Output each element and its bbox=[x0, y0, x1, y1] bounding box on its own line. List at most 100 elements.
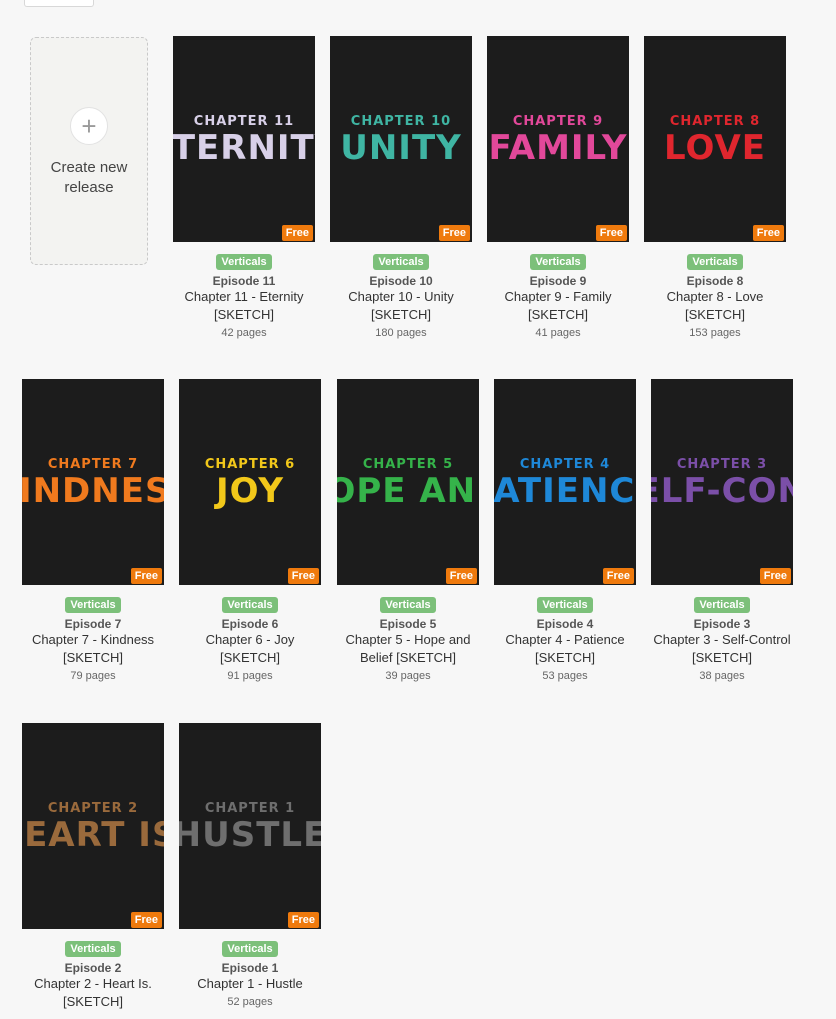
episode-cover: CHAPTER 11 ETERNITY Free bbox=[173, 36, 315, 242]
episode-card[interactable]: CHAPTER 4 PATIENCE Free Verticals Episod… bbox=[494, 379, 636, 685]
cover-title-text: HEART IS. bbox=[22, 815, 164, 855]
cover-chapter-text: CHAPTER 1 bbox=[204, 801, 296, 816]
free-badge: Free bbox=[130, 568, 162, 584]
episode-card[interactable]: CHAPTER 9 FAMILY Free Verticals Episode … bbox=[487, 36, 629, 342]
cover-title-text: UNITY bbox=[340, 128, 462, 168]
cover-title-text: ETERNITY bbox=[173, 128, 315, 168]
episode-title: Chapter 2 - Heart Is. [SKETCH] bbox=[34, 976, 152, 1009]
episode-number: Episode 8 bbox=[686, 274, 744, 288]
free-badge: Free bbox=[445, 568, 477, 584]
cover-title-text: FAMILY bbox=[488, 128, 628, 168]
episode-cover: CHAPTER 1 HUSTLE Free bbox=[179, 723, 321, 929]
episode-title: Chapter 10 - Unity [SKETCH] bbox=[348, 289, 454, 322]
episode-card[interactable]: CHAPTER 8 LOVE Free Verticals Episode 8 … bbox=[644, 36, 786, 342]
type-badge: Verticals bbox=[216, 254, 272, 270]
create-release-button[interactable]: + Create new release bbox=[30, 37, 148, 265]
episode-title: Chapter 1 - Hustle bbox=[197, 976, 303, 991]
episode-card[interactable]: CHAPTER 10 UNITY Free Verticals Episode … bbox=[330, 36, 472, 342]
page-count: 153 pages bbox=[689, 327, 741, 339]
episode-cover: CHAPTER 5 HOPE AND BELIEF Free bbox=[337, 379, 479, 585]
episode-card[interactable]: CHAPTER 11 ETERNITY Free Verticals Episo… bbox=[173, 36, 315, 342]
episode-card[interactable]: CHAPTER 6 JOY Free Verticals Episode 6 C… bbox=[179, 379, 321, 685]
episode-number: Episode 9 bbox=[529, 274, 587, 288]
episode-number: Episode 6 bbox=[221, 617, 279, 631]
episode-number: Episode 5 bbox=[379, 617, 437, 631]
page-count: 53 pages bbox=[542, 670, 588, 682]
type-badge: Verticals bbox=[65, 597, 121, 613]
type-badge: Verticals bbox=[373, 254, 429, 270]
episode-title: Chapter 11 - Eternity [SKETCH] bbox=[184, 289, 304, 322]
page-count: 42 pages bbox=[221, 327, 267, 339]
cover-chapter-text: CHAPTER 7 bbox=[47, 457, 139, 472]
episode-number: Episode 10 bbox=[369, 274, 433, 288]
type-badge: Verticals bbox=[530, 254, 586, 270]
cover-chapter-text: CHAPTER 10 bbox=[350, 114, 452, 129]
episode-title: Chapter 3 - Self-Control [SKETCH] bbox=[653, 632, 791, 665]
episode-card[interactable]: CHAPTER 1 HUSTLE Free Verticals Episode … bbox=[179, 723, 321, 1011]
type-badge: Verticals bbox=[537, 597, 593, 613]
type-badge: Verticals bbox=[222, 597, 278, 613]
free-badge: Free bbox=[287, 568, 319, 584]
episode-card[interactable]: CHAPTER 7 KINDNESS Free Verticals Episod… bbox=[22, 379, 164, 685]
cover-chapter-text: CHAPTER 8 bbox=[669, 114, 761, 129]
create-release-label: Create new release bbox=[50, 159, 128, 196]
episode-cover: CHAPTER 9 FAMILY Free bbox=[487, 36, 629, 242]
page-count: 38 pages bbox=[699, 670, 745, 682]
episode-cover: CHAPTER 8 LOVE Free bbox=[644, 36, 786, 242]
cover-chapter-text: CHAPTER 9 bbox=[512, 114, 604, 129]
episode-card[interactable]: CHAPTER 3 SELF-CONTROL Free Verticals Ep… bbox=[651, 379, 793, 685]
free-badge: Free bbox=[438, 225, 470, 241]
type-badge: Verticals bbox=[380, 597, 436, 613]
page-count: 79 pages bbox=[70, 670, 116, 682]
cover-title-text: LOVE bbox=[664, 128, 766, 168]
releases-page: + Create new release CHAPTER 11 ETERNITY… bbox=[0, 0, 836, 1019]
episode-cover: CHAPTER 10 UNITY Free bbox=[330, 36, 472, 242]
cover-title-text: KINDNESS bbox=[22, 471, 164, 511]
episode-number: Episode 11 bbox=[212, 274, 276, 288]
page-count: 52 pages bbox=[227, 996, 273, 1008]
cover-chapter-text: CHAPTER 3 bbox=[676, 457, 768, 472]
free-badge: Free bbox=[287, 912, 319, 928]
type-badge: Verticals bbox=[222, 941, 278, 957]
episode-number: Episode 3 bbox=[693, 617, 751, 631]
cover-chapter-text: CHAPTER 5 bbox=[362, 457, 454, 472]
page-count: 180 pages bbox=[375, 327, 427, 339]
episode-number: Episode 1 bbox=[221, 961, 279, 975]
page-count: 91 pages bbox=[227, 670, 273, 682]
episode-cover: CHAPTER 7 KINDNESS Free bbox=[22, 379, 164, 585]
cover-chapter-text: CHAPTER 11 bbox=[193, 114, 295, 129]
cover-title-text: HOPE AND BELIEF bbox=[337, 471, 479, 511]
cover-title-text: HUSTLE bbox=[179, 815, 321, 855]
free-badge: Free bbox=[602, 568, 634, 584]
free-badge: Free bbox=[281, 225, 313, 241]
episode-title: Chapter 7 - Kindness [SKETCH] bbox=[31, 632, 155, 665]
cover-title-text: SELF-CONTROL bbox=[651, 471, 793, 511]
type-badge: Verticals bbox=[687, 254, 743, 270]
episode-title: Chapter 6 - Joy [SKETCH] bbox=[205, 632, 295, 665]
free-badge: Free bbox=[752, 225, 784, 241]
cover-title-text: JOY bbox=[216, 471, 284, 511]
episode-number: Episode 4 bbox=[536, 617, 594, 631]
cover-chapter-text: CHAPTER 6 bbox=[204, 457, 296, 472]
episode-title: Chapter 8 - Love [SKETCH] bbox=[666, 289, 764, 322]
episode-cover: CHAPTER 6 JOY Free bbox=[179, 379, 321, 585]
plus-icon: + bbox=[70, 107, 108, 145]
episode-number: Episode 7 bbox=[64, 617, 122, 631]
episode-card[interactable]: CHAPTER 5 HOPE AND BELIEF Free Verticals… bbox=[337, 379, 479, 685]
type-badge: Verticals bbox=[694, 597, 750, 613]
episode-title: Chapter 4 - Patience [SKETCH] bbox=[505, 632, 625, 665]
page-count: 39 pages bbox=[385, 670, 431, 682]
episode-number: Episode 2 bbox=[64, 961, 122, 975]
free-badge: Free bbox=[130, 912, 162, 928]
episode-cover: CHAPTER 4 PATIENCE Free bbox=[494, 379, 636, 585]
episode-title: Chapter 9 - Family [SKETCH] bbox=[504, 289, 612, 322]
cover-title-text: PATIENCE bbox=[494, 471, 636, 511]
page-count: 41 pages bbox=[535, 327, 581, 339]
top-tab[interactable] bbox=[24, 0, 94, 7]
episode-card[interactable]: CHAPTER 2 HEART IS. Free Verticals Episo… bbox=[22, 723, 164, 1011]
episode-title: Chapter 5 - Hope and Belief [SKETCH] bbox=[345, 632, 471, 665]
cover-chapter-text: CHAPTER 2 bbox=[47, 801, 139, 816]
free-badge: Free bbox=[595, 225, 627, 241]
episode-cover: CHAPTER 3 SELF-CONTROL Free bbox=[651, 379, 793, 585]
episode-cover: CHAPTER 2 HEART IS. Free bbox=[22, 723, 164, 929]
